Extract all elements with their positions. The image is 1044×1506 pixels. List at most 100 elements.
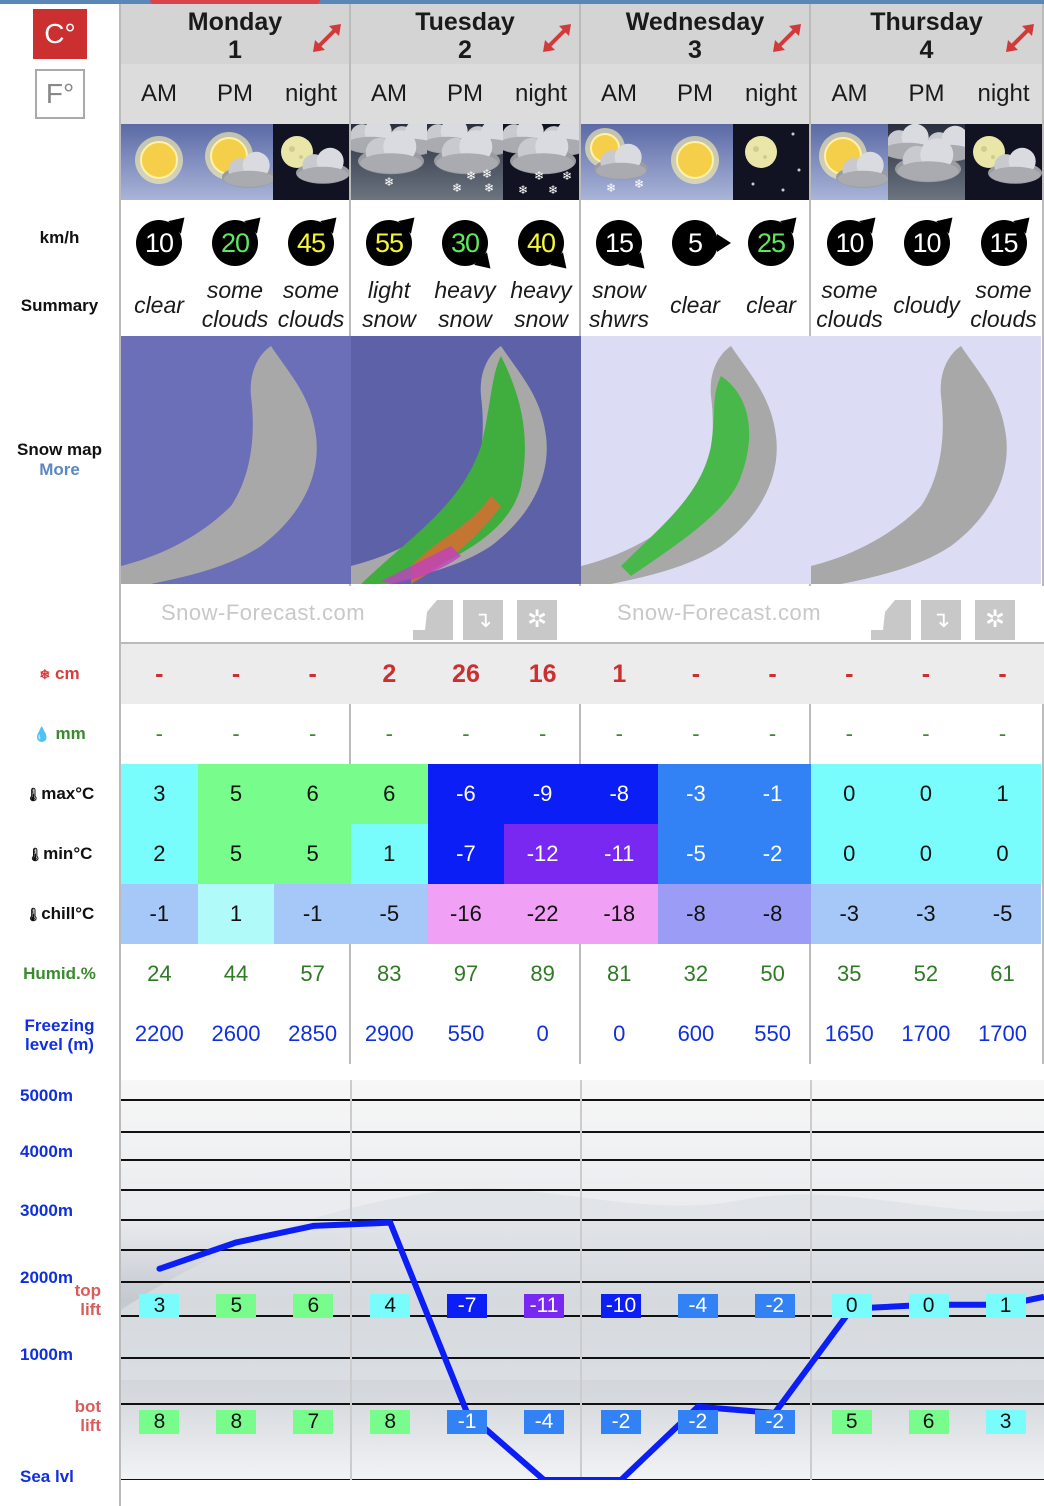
cloud-layer-icon[interactable] <box>413 600 453 640</box>
bot-lift-temp-badge: 8 <box>139 1410 180 1434</box>
chill-cell: -18 <box>580 884 658 944</box>
svg-text:❄: ❄ <box>606 181 616 195</box>
summary-row: some clouds cloudy some clouds <box>811 274 1042 336</box>
snow-map-image <box>811 336 1041 584</box>
fahrenheit-button[interactable]: F° <box>35 69 85 119</box>
chill-cell: -3 <box>887 884 965 944</box>
bot-lift-temp-badge: 5 <box>831 1410 872 1434</box>
period-row: AM PM night <box>811 64 1042 124</box>
snow-map[interactable] <box>351 336 581 584</box>
min-temp-cell: -11 <box>580 824 658 884</box>
chill-cell: -16 <box>427 884 505 944</box>
summary-text: clouds <box>201 306 269 332</box>
rain-layer-icon[interactable]: ↴ <box>921 600 961 640</box>
celsius-button[interactable]: C° <box>33 9 87 59</box>
summary-text: some <box>282 277 340 303</box>
summary-text: snow <box>514 306 568 332</box>
period-row: AM PM night <box>121 64 349 124</box>
freezing-level-label: Freezing level (m) <box>0 1016 119 1054</box>
max-temp-cell: 6 <box>350 764 428 824</box>
snow-cm-row: - - - 2 26 16 1 - - - - - <box>121 644 1044 704</box>
day-name: Wednesday <box>625 8 765 36</box>
snow-cm-cell: - <box>691 660 701 688</box>
chill-text: chill°C <box>41 904 95 923</box>
summary-cell: some clouds <box>197 274 273 336</box>
summary-text: heavy <box>510 277 572 303</box>
expand-icon[interactable] <box>771 22 803 54</box>
wind-indicator: 15 <box>581 200 657 280</box>
summary-text: clouds <box>277 306 345 332</box>
rain-layer-icon[interactable]: ↴ <box>463 600 503 640</box>
day-number: 3 <box>688 36 702 64</box>
freezing-level-chart: 3 5 6 4 -7 -11 -10 -4 -2 0 0 1 8 8 7 8 -1 -4 -2 -2 -2 5 6 3 <box>121 1080 1044 1480</box>
bot-lift-temp-badge: -1 <box>447 1410 488 1434</box>
expand-icon[interactable] <box>311 22 343 54</box>
moon-cloud-icon <box>273 124 349 200</box>
min-temp-cell: 0 <box>887 824 965 884</box>
expand-icon[interactable] <box>1004 22 1036 54</box>
snow-cm-cell: - <box>921 660 931 688</box>
wind-indicator: 45 <box>273 200 349 280</box>
freezing-level-cell: 2200 <box>134 1021 184 1046</box>
sun-icon <box>657 124 733 200</box>
expand-icon[interactable] <box>541 22 573 54</box>
summary-text: clouds <box>816 306 883 332</box>
humidity-cell: 35 <box>836 961 862 986</box>
snow-map[interactable] <box>121 336 351 584</box>
snow-layer-icon[interactable]: ✲ <box>517 600 557 640</box>
wind-speed: 55 <box>366 220 412 266</box>
chart-svg <box>121 1080 1044 1480</box>
summary-text: snow <box>592 277 646 303</box>
snow-map-image <box>351 336 581 584</box>
humidity-label: Humid.% <box>23 964 96 983</box>
wind-indicator: 30 <box>427 200 503 280</box>
summary-row: snow shwrs clear clear <box>581 274 809 336</box>
rain-mm-cell: - <box>845 721 853 746</box>
day-header[interactable]: Tuesday 2 <box>351 4 579 64</box>
bot-lift-text-1: bot <box>74 1397 101 1416</box>
day-header[interactable]: Thursday 4 <box>811 4 1042 64</box>
rain-mm-cell: - <box>692 721 700 746</box>
summary-text: heavy <box>434 277 496 303</box>
moon-stars-icon <box>733 124 809 200</box>
humidity-cell: 83 <box>377 961 402 986</box>
humidity-cell: 32 <box>683 961 709 986</box>
svg-text:❄: ❄ <box>484 181 494 195</box>
snow-cm-cell: - <box>845 660 854 688</box>
summary-cell: clear <box>121 274 197 336</box>
summary-row: light snow heavy snow heavy snow <box>351 274 579 336</box>
top-lift-text-1: top <box>74 1281 101 1300</box>
wind-row: 15 5 25 <box>581 200 809 280</box>
period-label: night <box>514 80 568 107</box>
cloud-layer-icon[interactable] <box>871 600 911 640</box>
min-temp-cell: 2 <box>121 824 198 884</box>
wind-indicator: 25 <box>733 200 809 280</box>
min-temp-cell: -2 <box>734 824 811 884</box>
summary-text: clear <box>134 291 184 318</box>
wind-speed: 10 <box>136 220 182 266</box>
period-label: PM <box>217 80 253 107</box>
snow-map[interactable] <box>811 336 1041 584</box>
humidity-row: 24 44 57 83 97 89 81 32 50 35 52 61 <box>121 944 1044 1004</box>
humidity-cell: 50 <box>760 961 785 986</box>
min-temp-cell: -5 <box>657 824 735 884</box>
brand-logo: Snow-Forecast.com <box>161 600 366 625</box>
wind-speed: 5 <box>672 220 718 266</box>
summary-text: light <box>367 277 411 303</box>
summary-text: shwrs <box>588 306 650 332</box>
rain-mm-cell: - <box>615 721 623 746</box>
freezing-text-2: level (m) <box>25 1035 94 1054</box>
bot-lift-temp-badge: 3 <box>985 1410 1026 1434</box>
period-label: night <box>284 80 338 107</box>
day-header[interactable]: Monday 1 <box>121 4 349 64</box>
snow-map-title: Snow map <box>16 440 102 459</box>
day-header[interactable]: Wednesday 3 <box>581 4 809 64</box>
snow-map[interactable] <box>581 336 811 584</box>
max-temp-cell: -8 <box>580 764 658 824</box>
summary-label: Summary <box>20 296 99 315</box>
snow-map-more-link[interactable]: More <box>0 460 119 480</box>
top-lift-temp-badge: 6 <box>293 1294 334 1318</box>
chill-label: 🌡chill°C <box>0 904 119 924</box>
snow-layer-icon[interactable]: ✲ <box>975 600 1015 640</box>
chill-cell: -5 <box>350 884 428 944</box>
